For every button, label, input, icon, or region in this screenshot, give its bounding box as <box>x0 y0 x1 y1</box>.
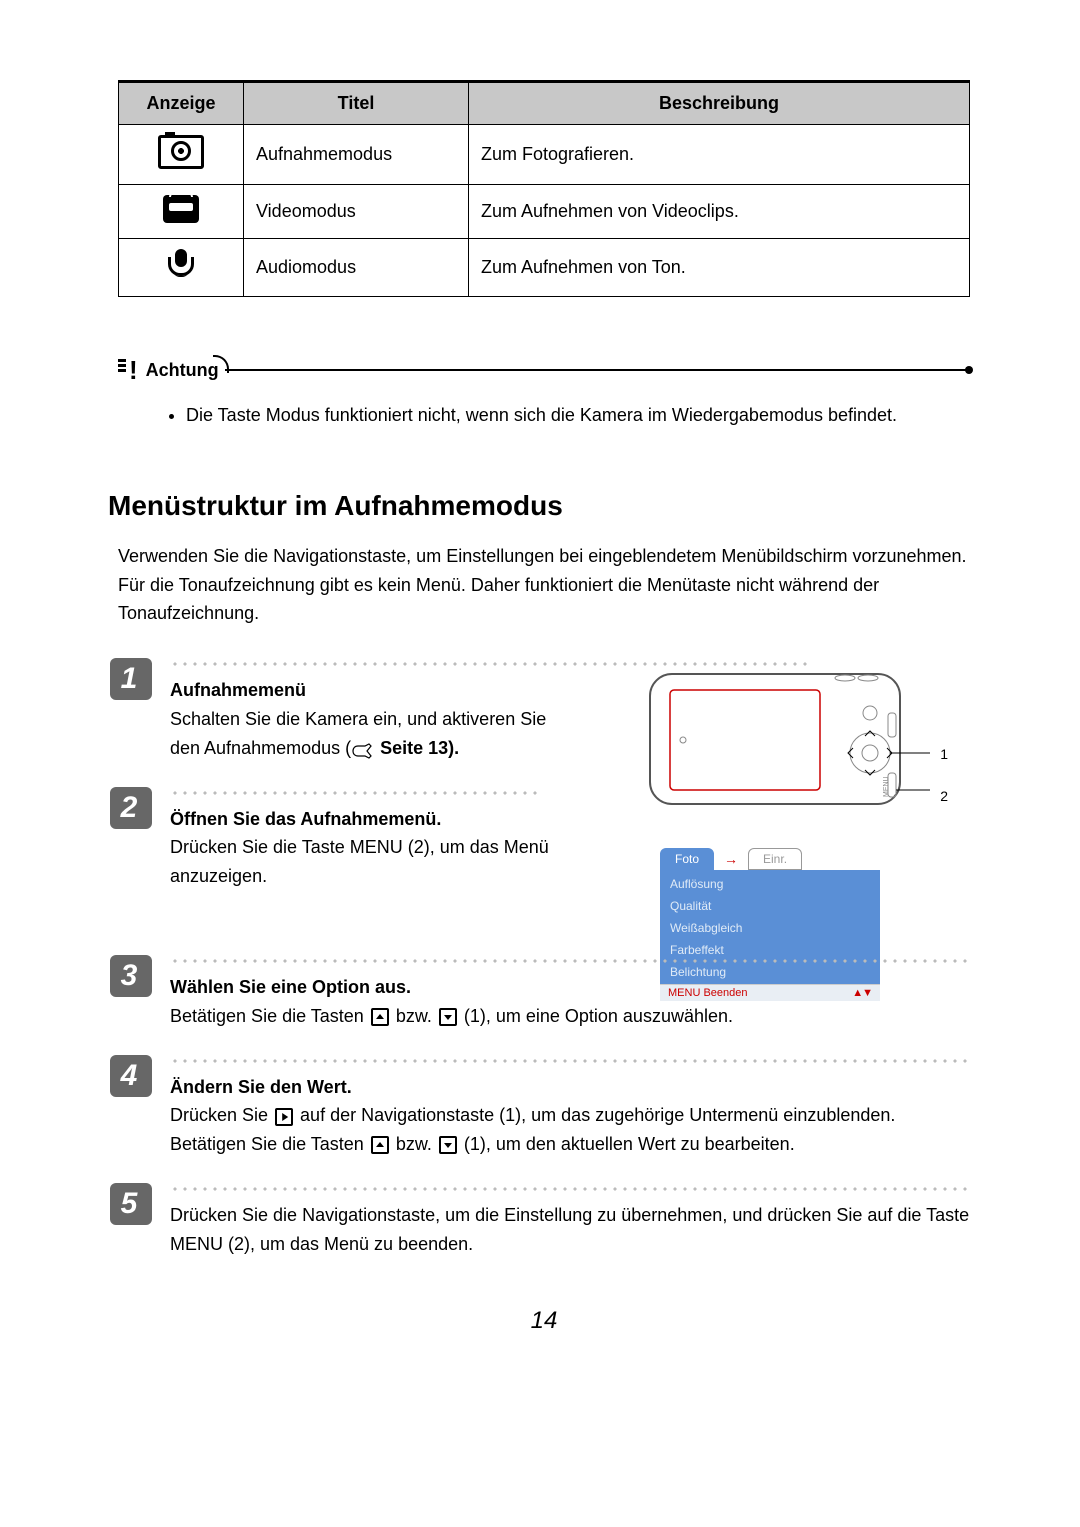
attention-bullet: Die Taste Modus funktioniert nicht, wenn… <box>186 401 970 430</box>
audio-mode-icon <box>167 249 195 281</box>
attention-box: ! Achtung Die Taste Modus funktioniert n… <box>118 357 970 430</box>
page-number: 14 <box>118 1307 970 1335</box>
step-body: Betätigen Sie die Tasten bzw. (1), um ei… <box>170 1006 733 1026</box>
attention-line <box>225 369 970 371</box>
play-key-icon <box>275 1108 293 1126</box>
step-number: 1 <box>110 658 152 700</box>
table-header-titel: Titel <box>244 82 469 125</box>
step-title: Ändern Sie den Wert. <box>170 1073 970 1102</box>
step-title: Öffnen Sie das Aufnahmemenü. <box>170 805 570 834</box>
section-paragraph: Verwenden Sie die Navigationstaste, um E… <box>118 542 970 628</box>
attention-icon: ! <box>118 357 138 383</box>
down-key-icon <box>439 1008 457 1026</box>
step-number: 5 <box>110 1183 152 1225</box>
table-row: Audiomodus Zum Aufnehmen von Ton. <box>119 239 970 297</box>
cell-titel: Audiomodus <box>244 239 469 297</box>
cell-titel: Videomodus <box>244 185 469 239</box>
down-key-icon <box>439 1136 457 1154</box>
step-4: 4 Ändern Sie den Wert. Drücken Sie auf d… <box>118 1055 970 1159</box>
table-row: Videomodus Zum Aufnehmen von Videoclips. <box>119 185 970 239</box>
hand-pointer-icon <box>351 740 375 758</box>
up-key-icon <box>371 1008 389 1026</box>
menu-item: Qualität <box>660 896 880 918</box>
step-number: 2 <box>110 787 152 829</box>
step-title: Wählen Sie eine Option aus. <box>170 973 970 1002</box>
step-body: Drücken Sie die Navigationstaste, um die… <box>170 1205 969 1254</box>
step-1: 1 Aufnahmemenü Schalten Sie die Kamera e… <box>118 658 970 762</box>
step-number: 4 <box>110 1055 152 1097</box>
page-reference: Seite 13). <box>375 738 459 758</box>
mode-table: Anzeige Titel Beschreibung Aufnahmemodus… <box>118 80 970 297</box>
attention-label: Achtung <box>146 360 219 381</box>
dots-divider <box>170 791 540 795</box>
cell-beschreibung: Zum Aufnehmen von Videoclips. <box>469 185 970 239</box>
dots-divider <box>170 662 810 666</box>
section-heading: Menüstruktur im Aufnahmemodus <box>108 490 970 522</box>
up-key-icon <box>371 1136 389 1154</box>
step-2: 2 Öffnen Sie das Aufnahmemenü. Drücken S… <box>118 787 970 891</box>
step-body: Drücken Sie auf der Navigationstaste (1)… <box>170 1105 895 1154</box>
step-number: 3 <box>110 955 152 997</box>
dots-divider <box>170 959 970 963</box>
table-row: Aufnahmemodus Zum Fotografieren. <box>119 125 970 185</box>
table-header-anzeige: Anzeige <box>119 82 244 125</box>
step-body: Drücken Sie die Taste MENU (2), um das M… <box>170 837 549 886</box>
cell-beschreibung: Zum Fotografieren. <box>469 125 970 185</box>
step-5: 5 Drücken Sie die Navigationstaste, um d… <box>118 1183 970 1259</box>
cell-titel: Aufnahmemodus <box>244 125 469 185</box>
table-header-beschreibung: Beschreibung <box>469 82 970 125</box>
cell-beschreibung: Zum Aufnehmen von Ton. <box>469 239 970 297</box>
step-3: 3 Wählen Sie eine Option aus. Betätigen … <box>118 955 970 1031</box>
camera-mode-icon <box>158 135 204 169</box>
menu-item: Weißabgleich <box>660 918 880 940</box>
step-title: Aufnahmemenü <box>170 676 570 705</box>
video-mode-icon <box>163 195 199 223</box>
dots-divider <box>170 1059 970 1063</box>
dots-divider <box>170 1187 970 1191</box>
